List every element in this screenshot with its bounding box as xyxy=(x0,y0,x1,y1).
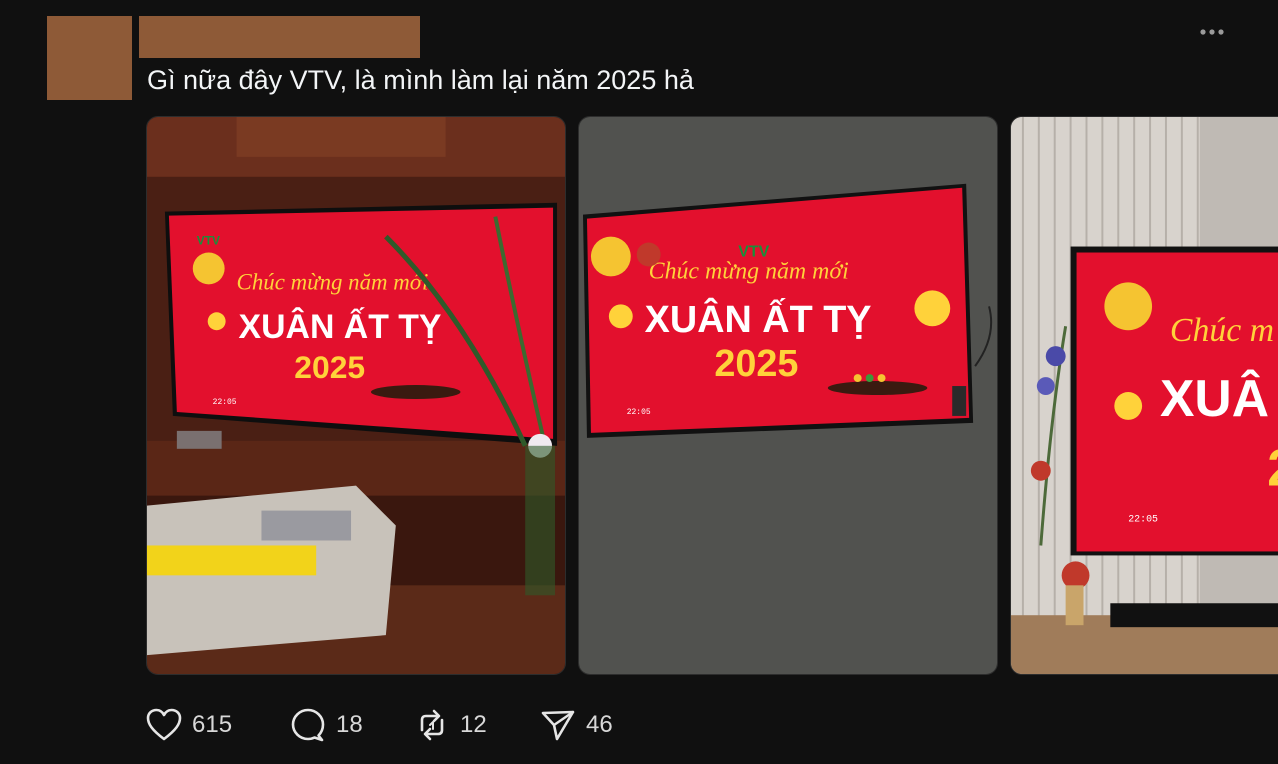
tv-clock-text: 22:05 xyxy=(213,398,237,407)
more-horizontal-icon xyxy=(1200,29,1224,35)
comment-icon xyxy=(291,708,325,742)
tv-greeting-text: Chúc mừng năm mới xyxy=(237,269,429,294)
share-count: 46 xyxy=(586,711,613,738)
tv-logo-text: VTV xyxy=(197,234,220,248)
tv-greeting-text: Chúc mừng năm mới xyxy=(649,258,849,284)
tv-photo-grey-wall: VTV Chúc mừng năm mới XUÂN ẤT TỴ 2025 22… xyxy=(579,117,997,674)
media-carousel[interactable]: VTV Chúc mừng năm mới XUÂN ẤT TỴ 2025 22… xyxy=(146,116,1278,676)
like-count: 615 xyxy=(192,711,233,738)
thread-post: Gì nữa đây VTV, là mình làm lại năm 2025… xyxy=(0,0,1278,764)
action-bar: 615 18 12 46 xyxy=(146,704,660,746)
tv-year-text: 2025 xyxy=(294,349,365,385)
photo-2[interactable]: VTV Chúc mừng năm mới XUÂN ẤT TỴ 2025 22… xyxy=(578,116,998,675)
repost-button[interactable]: 12 xyxy=(414,708,540,742)
more-button[interactable] xyxy=(1194,20,1230,44)
tv-photo-white-panel-wall: Chúc m XUÂ 2 22:05 xyxy=(1011,117,1278,674)
share-button[interactable]: 46 xyxy=(540,708,660,742)
username-redacted[interactable] xyxy=(139,16,420,58)
tv-photo-wooden-cabinet: VTV Chúc mừng năm mới XUÂN ẤT TỴ 2025 22… xyxy=(147,117,565,674)
tv-partial-greeting-text: Chúc m xyxy=(1170,312,1274,349)
avatar[interactable] xyxy=(47,16,132,100)
tv-year-text: 2025 xyxy=(714,343,798,385)
tv-headline-text: XUÂN ẤT TỴ xyxy=(645,298,872,341)
repost-count: 12 xyxy=(460,711,487,738)
tv-partial-year-text: 2 xyxy=(1267,439,1278,497)
heart-icon xyxy=(146,708,182,741)
photo-1[interactable]: VTV Chúc mừng năm mới XUÂN ẤT TỴ 2025 22… xyxy=(146,116,566,675)
tv-partial-headline-text: XUÂ xyxy=(1160,369,1269,427)
tv-clock-text: 22:05 xyxy=(627,408,651,417)
like-button[interactable]: 615 xyxy=(146,708,290,742)
repost-icon xyxy=(420,709,444,741)
tv-clock-text: 22:05 xyxy=(1128,514,1158,525)
tv-headline-text: XUÂN ẤT TỴ xyxy=(239,308,442,346)
photo-3[interactable]: Chúc m XUÂ 2 22:05 xyxy=(1010,116,1278,675)
send-icon xyxy=(541,710,575,741)
comment-count: 18 xyxy=(336,711,363,738)
comment-button[interactable]: 18 xyxy=(290,708,414,742)
post-text: Gì nữa đây VTV, là mình làm lại năm 2025… xyxy=(147,65,694,95)
